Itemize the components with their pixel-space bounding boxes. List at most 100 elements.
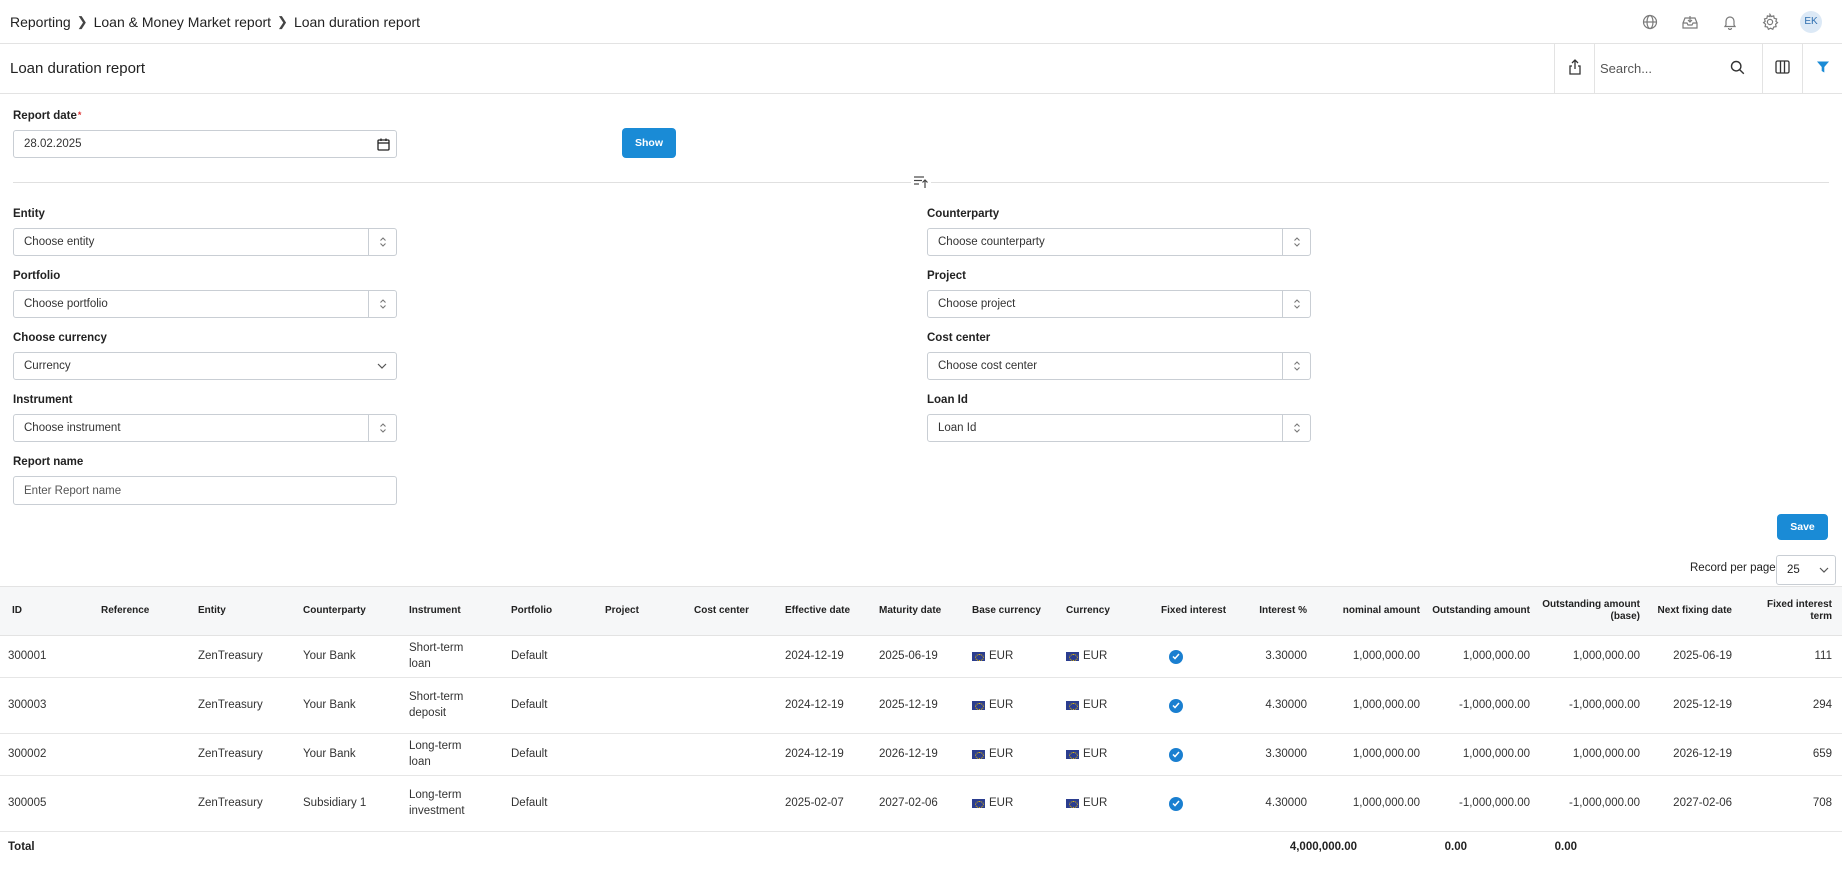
- table-row[interactable]: 300003 ZenTreasury Your Bank Short-term dep…: [0, 678, 1842, 734]
- col-counterparty[interactable]: Counterparty: [297, 587, 403, 635]
- col-entity[interactable]: Entity: [192, 587, 297, 635]
- col-fixed-interest[interactable]: Fixed interest: [1155, 587, 1245, 635]
- cell-cost-center: [688, 734, 779, 775]
- bell-icon[interactable]: [1720, 12, 1740, 32]
- col-base-currency[interactable]: Base currency: [966, 587, 1060, 635]
- col-outstanding-amount-base[interactable]: Outstanding amount (base): [1536, 587, 1646, 635]
- col-project[interactable]: Project: [599, 587, 688, 635]
- chevron-right-icon: ❯: [277, 13, 288, 29]
- instrument-select[interactable]: Choose instrument: [13, 414, 397, 442]
- cell-interest: 4.30000: [1265, 698, 1307, 711]
- total-label: Total: [8, 841, 35, 854]
- col-id[interactable]: ID: [0, 587, 95, 635]
- currency-select[interactable]: Currency: [13, 352, 397, 380]
- cell-entity: ZenTreasury: [198, 796, 263, 809]
- cell-interest: 3.30000: [1265, 747, 1307, 760]
- entity-placeholder: Choose entity: [24, 236, 95, 248]
- entity-select[interactable]: Choose entity: [13, 228, 397, 256]
- calendar-icon[interactable]: [370, 131, 396, 157]
- portfolio-select[interactable]: Choose portfolio: [13, 290, 397, 318]
- eu-flag-icon: [972, 652, 985, 661]
- breadcrumb-item-loan-money-market[interactable]: Loan & Money Market report: [94, 14, 271, 30]
- col-interest[interactable]: Interest %: [1245, 587, 1313, 635]
- cell-portfolio: Default: [511, 747, 548, 760]
- col-next-fixing-date[interactable]: Next fixing date: [1646, 587, 1738, 635]
- search-icon[interactable]: [1730, 60, 1745, 78]
- loan-id-label: Loan Id: [927, 394, 968, 406]
- records-per-page-value: 25: [1787, 564, 1800, 576]
- currency-code: EUR: [1083, 747, 1108, 760]
- eu-flag-icon: [1066, 799, 1079, 808]
- top-bar: Reporting ❯ Loan & Money Market report ❯…: [0, 0, 1842, 44]
- col-instrument[interactable]: Instrument: [403, 587, 505, 635]
- cell-maturity-date: 2027-02-06: [879, 796, 938, 809]
- cell-cost-center: [688, 636, 779, 677]
- col-currency[interactable]: Currency: [1060, 587, 1155, 635]
- cell-reference: [95, 636, 192, 677]
- check-circle-icon: [1169, 796, 1183, 811]
- col-reference[interactable]: Reference: [95, 587, 192, 635]
- report-name-input[interactable]: [14, 477, 396, 504]
- cell-counterparty: Your Bank: [303, 698, 356, 711]
- spinner-icon: [368, 229, 396, 255]
- globe-icon[interactable]: [1640, 12, 1660, 32]
- breadcrumb-item-reporting[interactable]: Reporting: [10, 14, 71, 30]
- col-fixed-interest-term[interactable]: Fixed interest term: [1738, 587, 1838, 635]
- check-circle-icon: [1169, 747, 1183, 762]
- cell-reference: [95, 734, 192, 775]
- currency-code: EUR: [1083, 796, 1108, 809]
- cell-currency: EUR: [1060, 678, 1155, 733]
- table-row[interactable]: 300002 ZenTreasury Your Bank Long-term loan…: [0, 734, 1842, 776]
- cell-interest: 4.30000: [1265, 796, 1307, 809]
- cell-entity: ZenTreasury: [198, 747, 263, 760]
- collapse-filter-icon[interactable]: [911, 173, 931, 191]
- cell-entity: ZenTreasury: [198, 698, 263, 711]
- cell-outstanding-base: -1,000,000.00: [1569, 796, 1640, 809]
- show-button[interactable]: Show: [622, 128, 676, 158]
- report-date-field[interactable]: 28.02.2025: [13, 130, 397, 158]
- filter-button[interactable]: [1802, 44, 1842, 93]
- spinner-icon: [1282, 353, 1310, 379]
- cost-center-select[interactable]: Choose cost center: [927, 352, 1311, 380]
- loan-id-placeholder: Loan Id: [938, 422, 977, 434]
- page-title: Loan duration report: [10, 60, 146, 77]
- share-button[interactable]: [1554, 44, 1594, 93]
- cell-portfolio: Default: [511, 796, 548, 809]
- columns-button[interactable]: [1762, 44, 1802, 93]
- cost-center-placeholder: Choose cost center: [938, 360, 1038, 372]
- project-select[interactable]: Choose project: [927, 290, 1311, 318]
- cell-currency: EUR: [1060, 636, 1155, 677]
- avatar[interactable]: EK: [1800, 10, 1822, 33]
- counterparty-select[interactable]: Choose counterparty: [927, 228, 1311, 256]
- breadcrumb: Reporting ❯ Loan & Money Market report ❯…: [10, 14, 420, 30]
- cell-nominal: 1,000,000.00: [1352, 649, 1420, 662]
- currency-label: Choose currency: [13, 332, 107, 344]
- loan-id-select[interactable]: Loan Id: [927, 414, 1311, 442]
- col-nominal-amount[interactable]: nominal amount: [1313, 587, 1426, 635]
- cell-project: [599, 636, 688, 677]
- col-outstanding-amount[interactable]: Outstanding amount: [1426, 587, 1536, 635]
- cell-outstanding-base: -1,000,000.00: [1569, 698, 1640, 711]
- cell-maturity-date: 2025-06-19: [879, 649, 938, 662]
- cell-base-currency: EUR: [966, 734, 1060, 775]
- table-row[interactable]: 300001 ZenTreasury Your Bank Short-term loa…: [0, 636, 1842, 678]
- instrument-label: Instrument: [13, 394, 73, 406]
- check-circle-icon: [1169, 649, 1183, 664]
- col-portfolio[interactable]: Portfolio: [505, 587, 599, 635]
- cell-interest: 3.30000: [1265, 649, 1307, 662]
- download-tray-icon[interactable]: [1680, 12, 1700, 32]
- col-cost-center[interactable]: Cost center: [688, 587, 779, 635]
- col-maturity-date[interactable]: Maturity date: [873, 587, 966, 635]
- report-name-label: Report name: [13, 456, 84, 468]
- table-row[interactable]: 300005 ZenTreasury Subsidiary 1 Long-term i…: [0, 776, 1842, 832]
- col-effective-date[interactable]: Effective date: [779, 587, 873, 635]
- cell-next-fixing: 2025-06-19: [1673, 649, 1732, 662]
- records-per-page-select[interactable]: 25: [1776, 555, 1836, 585]
- gear-icon[interactable]: [1760, 12, 1780, 32]
- search-input[interactable]: [1600, 61, 1730, 76]
- currency-code: EUR: [989, 747, 1014, 760]
- breadcrumb-item-current: Loan duration report: [293, 13, 421, 30]
- loan-table: ID Reference Entity Counterparty Instrum…: [0, 586, 1842, 864]
- currency-code: EUR: [1083, 698, 1108, 711]
- save-button[interactable]: Save: [1777, 514, 1828, 540]
